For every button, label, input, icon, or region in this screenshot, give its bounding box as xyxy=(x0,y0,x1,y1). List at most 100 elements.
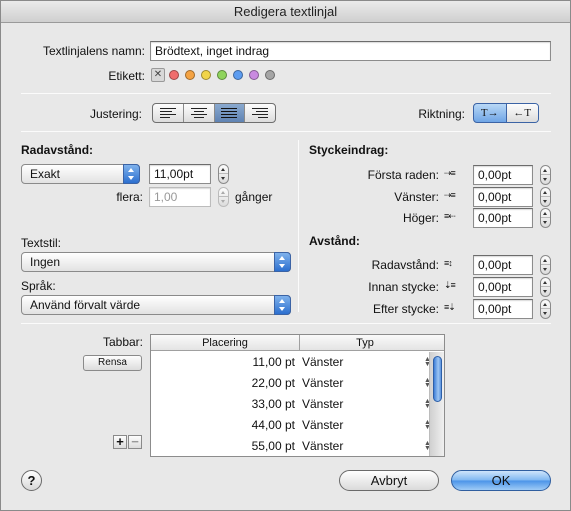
text-style-popup[interactable]: Ingen xyxy=(21,252,291,272)
align-left-button[interactable] xyxy=(153,104,184,122)
table-row[interactable]: 55,00 pt Vänster ▲ ▼ xyxy=(151,436,431,457)
align-justify-icon xyxy=(221,108,238,120)
first-line-indent-label: Första raden: xyxy=(367,168,439,182)
tabs-scrollbar-thumb[interactable] xyxy=(433,356,442,402)
color-label-dot[interactable] xyxy=(185,70,195,80)
right-indent-label: Höger: xyxy=(402,211,439,225)
divider xyxy=(21,131,551,132)
table-row[interactable]: 44,00 pt Vänster ▲ ▼ xyxy=(151,415,431,436)
tab-type-cell[interactable]: Vänster xyxy=(302,373,343,394)
left-indent-field[interactable]: 0,00pt xyxy=(473,187,533,207)
line-spacing-amount-label: Radavstånd: xyxy=(371,258,439,272)
clear-tabs-button[interactable]: Rensa xyxy=(83,355,142,371)
tab-type-cell[interactable]: Vänster xyxy=(302,394,343,415)
first-line-indent-field[interactable]: 0,00pt xyxy=(473,165,533,185)
color-label-dot[interactable] xyxy=(201,70,211,80)
column-header-position[interactable]: Placering xyxy=(151,335,300,351)
tab-position-cell[interactable]: 33,00 pt xyxy=(151,394,299,415)
tabs-scrollbar[interactable] xyxy=(429,352,444,456)
right-indent-stepper[interactable] xyxy=(540,208,551,228)
align-justify-button[interactable] xyxy=(214,104,246,122)
tab-type-cell[interactable]: Vänster xyxy=(302,415,343,436)
edit-ruler-dialog: Redigera textlinjal Textlinjalens namn: … xyxy=(0,0,571,511)
align-center-button[interactable] xyxy=(184,104,215,122)
ruler-name-label: Textlinjalens namn: xyxy=(42,44,145,58)
remove-tab-button[interactable]: − xyxy=(128,435,142,449)
align-right-button[interactable] xyxy=(245,104,275,122)
tab-position-cell[interactable]: 55,00 pt xyxy=(151,436,299,457)
add-tab-button[interactable]: + xyxy=(113,435,127,449)
tab-position-cell[interactable]: 11,00 pt xyxy=(151,352,299,373)
multiple-stepper[interactable] xyxy=(218,187,229,207)
rtl-icon: ←T xyxy=(513,107,532,119)
popup-arrows-icon xyxy=(274,295,291,315)
multiple-value-field[interactable]: 1,00 xyxy=(149,187,211,207)
left-indent-icon: ⇢≡ xyxy=(444,190,456,200)
first-line-indent-stepper[interactable] xyxy=(540,165,551,185)
tab-position-cell[interactable]: 22,00 pt xyxy=(151,373,299,394)
space-before-field[interactable]: 0,00pt xyxy=(473,277,533,297)
text-style-value: Ingen xyxy=(30,255,61,269)
language-popup[interactable]: Använd förvalt värde xyxy=(21,295,291,315)
rtl-direction-button[interactable]: ←T xyxy=(506,104,538,122)
space-after-field[interactable]: 0,00pt xyxy=(473,299,533,319)
minus-icon: − xyxy=(131,434,139,449)
table-row[interactable]: 22,00 pt Vänster ▲ ▼ xyxy=(151,373,431,394)
color-label-dot[interactable] xyxy=(249,70,259,80)
alignment-label: Justering: xyxy=(89,107,142,121)
align-left-icon xyxy=(159,108,176,120)
space-before-label: Innan stycke: xyxy=(368,280,439,294)
column-header-type[interactable]: Typ xyxy=(300,335,430,351)
cancel-button[interactable]: Avbryt xyxy=(339,470,439,491)
table-row[interactable]: 33,00 pt Vänster ▲ ▼ xyxy=(151,394,431,415)
window-title: Redigera textlinjal xyxy=(1,1,570,23)
color-label-dot[interactable] xyxy=(265,70,275,80)
space-after-icon: ≡⇣ xyxy=(444,302,456,312)
table-header: Placering Typ xyxy=(151,335,444,351)
tabs-label: Tabbar: xyxy=(102,335,143,349)
tab-position-cell[interactable]: 44,00 pt xyxy=(151,415,299,436)
right-indent-field[interactable]: 0,00pt xyxy=(473,208,533,228)
plus-icon: + xyxy=(116,434,124,449)
line-spacing-mode-popup[interactable]: Exakt xyxy=(21,164,140,184)
line-spacing-stepper[interactable] xyxy=(218,164,229,184)
align-right-icon xyxy=(252,108,269,120)
language-label: Språk: xyxy=(21,279,56,293)
vertical-divider xyxy=(298,140,299,312)
question-mark-icon: ? xyxy=(27,473,36,488)
direction-segmented-control: T→ ←T xyxy=(473,103,539,123)
color-label-dot[interactable] xyxy=(169,70,179,80)
ltr-direction-button[interactable]: T→ xyxy=(474,104,507,122)
space-after-stepper[interactable] xyxy=(540,299,551,319)
space-before-icon: ⇣≡ xyxy=(444,280,456,290)
divider xyxy=(21,93,551,94)
line-spacing-heading: Radavstånd: xyxy=(21,143,94,157)
line-spacing-amount-field[interactable]: 0,00pt xyxy=(473,255,533,275)
line-spacing-value-field[interactable]: 11,00pt xyxy=(149,164,211,184)
multiple-label: flera: xyxy=(116,190,143,204)
text-style-label: Textstil: xyxy=(21,236,62,250)
ruler-name-field[interactable]: Brödtext, inget indrag xyxy=(150,41,551,61)
indent-heading: Styckeindrag: xyxy=(309,143,389,157)
color-label-dot[interactable] xyxy=(233,70,243,80)
table-row[interactable]: 11,00 pt Vänster ▲ ▼ xyxy=(151,352,431,373)
help-button[interactable]: ? xyxy=(21,470,42,491)
align-center-icon xyxy=(190,108,207,120)
line-spacing-amount-stepper[interactable] xyxy=(540,255,551,275)
ok-button[interactable]: OK xyxy=(451,470,551,491)
tab-stops-table: Placering Typ 11,00 pt Vänster ▲ ▼ 22,00 pt V… xyxy=(150,334,445,457)
space-before-stepper[interactable] xyxy=(540,277,551,297)
left-indent-stepper[interactable] xyxy=(540,187,551,207)
left-indent-label: Vänster: xyxy=(394,190,439,204)
line-spacing-mode-value: Exakt xyxy=(30,167,61,181)
direction-label: Riktning: xyxy=(418,107,465,121)
tab-type-cell[interactable]: Vänster xyxy=(302,352,343,373)
language-value: Använd förvalt värde xyxy=(30,298,141,312)
no-label-icon[interactable]: ✕ xyxy=(151,68,165,82)
divider xyxy=(21,323,551,324)
popup-arrows-icon xyxy=(274,252,291,272)
first-line-indent-icon: ⇢≡ xyxy=(444,168,456,178)
color-label-label: Etikett: xyxy=(108,69,145,83)
color-label-dot[interactable] xyxy=(217,70,227,80)
tab-type-cell[interactable]: Vänster xyxy=(302,436,343,457)
